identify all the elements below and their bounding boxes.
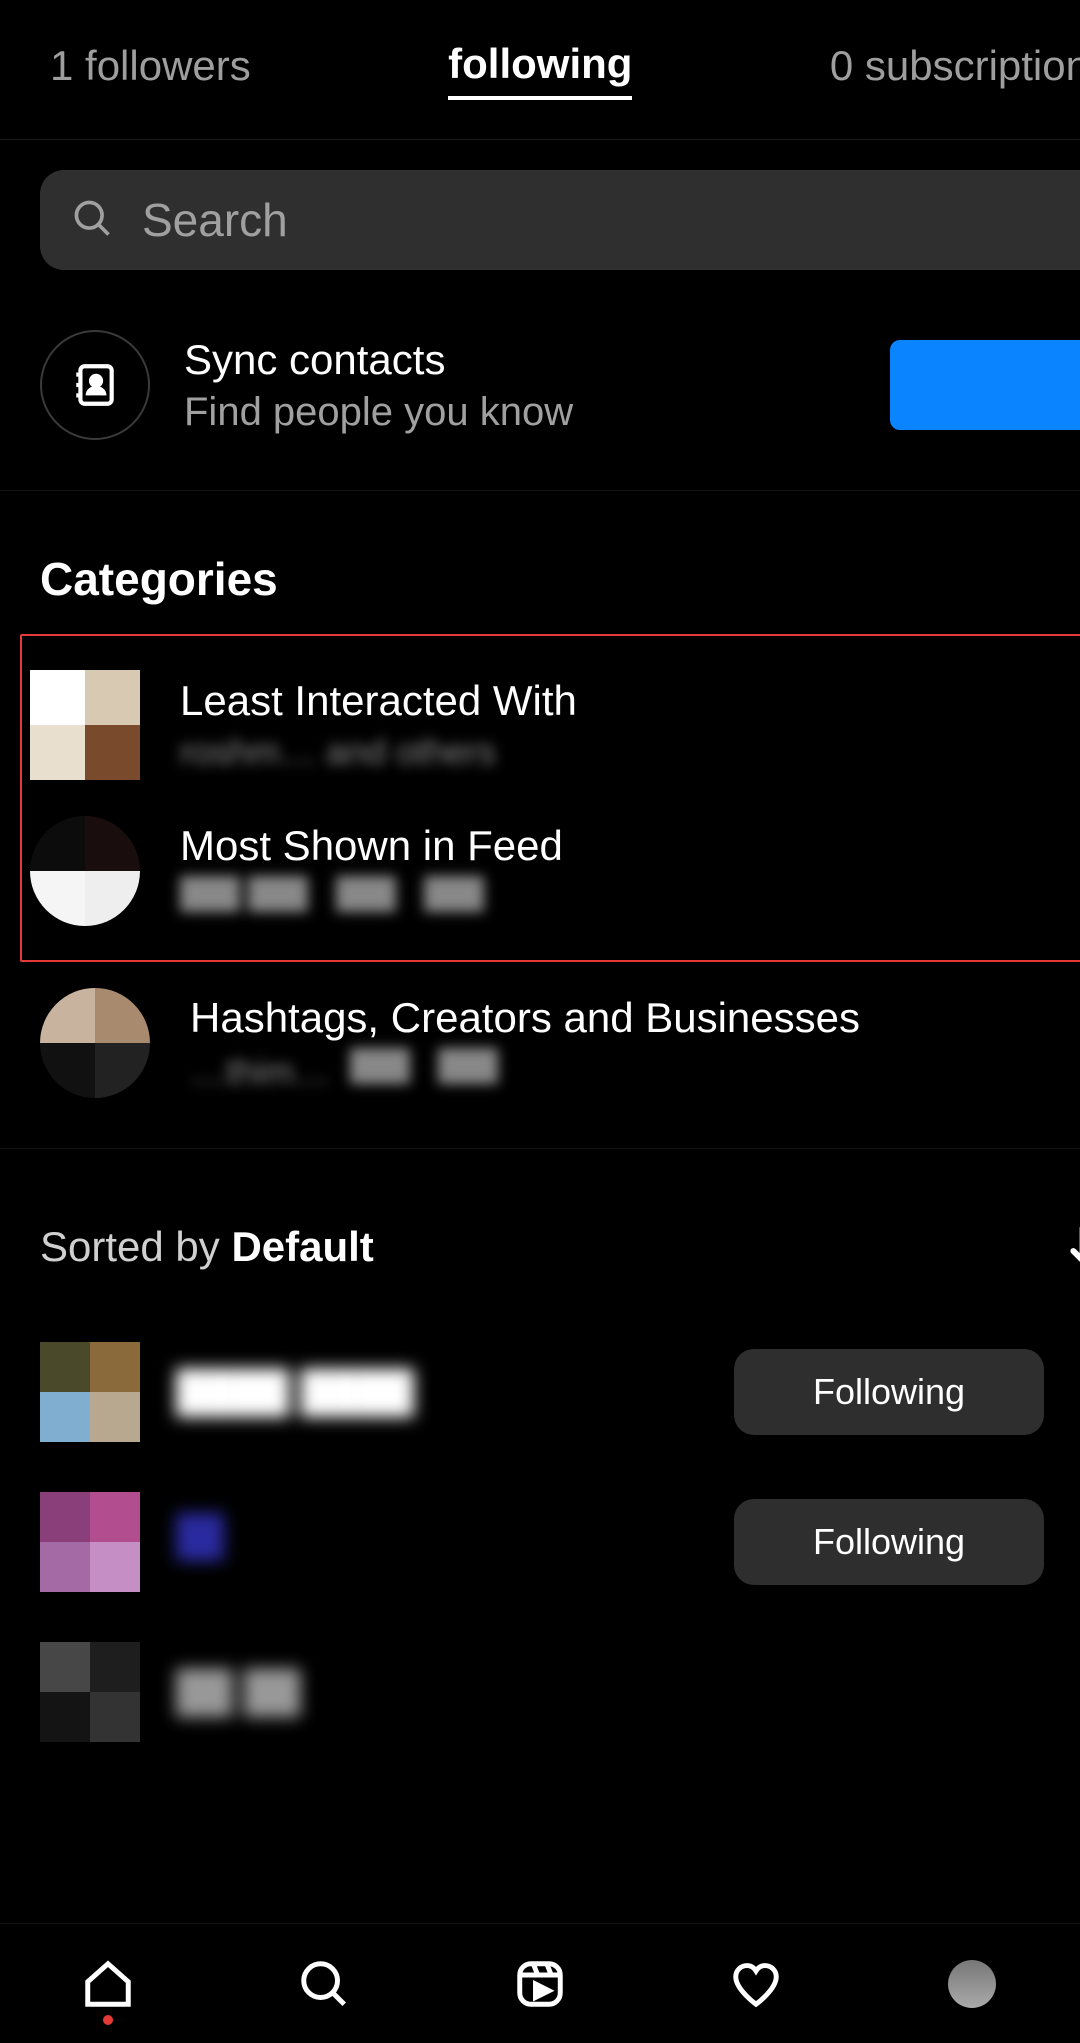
avatar bbox=[30, 670, 140, 780]
tab-followers[interactable]: 1 followers bbox=[50, 42, 251, 98]
heart-icon[interactable] bbox=[726, 1954, 786, 2014]
username: ██ ██ bbox=[176, 1670, 1080, 1715]
home-icon[interactable] bbox=[78, 1954, 138, 2014]
search-icon bbox=[70, 196, 114, 245]
highlighted-categories-box: Least Interacted With roshm… and others … bbox=[20, 634, 1080, 962]
divider bbox=[0, 490, 1080, 498]
bottom-nav bbox=[0, 1923, 1080, 2043]
sync-subtitle: Find people you know bbox=[184, 390, 890, 435]
notification-dot bbox=[103, 2015, 113, 2025]
categories-heading: Categories bbox=[40, 552, 1080, 606]
list-item[interactable]: Following bbox=[40, 1467, 1080, 1617]
following-list: ████ ████ Following Following ██ ██ bbox=[40, 1317, 1080, 1767]
list-item[interactable]: ██ ██ bbox=[40, 1617, 1080, 1767]
avatar bbox=[30, 816, 140, 926]
reels-icon[interactable] bbox=[510, 1954, 570, 2014]
tab-subscriptions[interactable]: 0 subscriptions bbox=[830, 42, 1080, 98]
sorted-row[interactable]: Sorted by Default bbox=[40, 1216, 1080, 1277]
tab-followers-count: 1 bbox=[50, 42, 73, 89]
tab-following[interactable]: following bbox=[448, 40, 632, 100]
username bbox=[176, 1513, 734, 1571]
search-row bbox=[40, 170, 1080, 270]
sorted-label: Sorted by Default bbox=[40, 1223, 374, 1271]
avatar bbox=[40, 1342, 140, 1442]
sync-contacts-button[interactable] bbox=[890, 340, 1080, 430]
search-container[interactable] bbox=[40, 170, 1080, 270]
more-icon[interactable] bbox=[1060, 1520, 1080, 1564]
sync-title: Sync contacts bbox=[184, 336, 890, 384]
category-subtitle: roshm… and others bbox=[180, 731, 577, 773]
sync-text: Sync contacts Find people you know bbox=[184, 336, 890, 435]
avatar bbox=[40, 988, 150, 1098]
avatar bbox=[40, 1492, 140, 1592]
sync-contacts-row[interactable]: Sync contacts Find people you know bbox=[40, 330, 1080, 440]
category-subtitle bbox=[180, 876, 563, 921]
more-icon[interactable] bbox=[1060, 1370, 1080, 1414]
category-subtitle: …thim… bbox=[190, 1048, 860, 1093]
tabs-bar: 1 followers following 0 subscriptions bbox=[0, 0, 1080, 140]
search-nav-icon[interactable] bbox=[294, 1954, 354, 2014]
search-input[interactable] bbox=[142, 193, 1080, 247]
divider bbox=[0, 1148, 1080, 1156]
contacts-icon bbox=[40, 330, 150, 440]
category-most-shown[interactable]: Most Shown in Feed bbox=[30, 796, 1080, 946]
category-hashtags-creators[interactable]: Hashtags, Creators and Businesses …thim… bbox=[40, 968, 1080, 1118]
following-button[interactable]: Following bbox=[734, 1499, 1044, 1585]
category-label: Hashtags, Creators and Businesses bbox=[190, 994, 860, 1042]
following-button[interactable]: Following bbox=[734, 1349, 1044, 1435]
username: ████ ████ bbox=[176, 1370, 734, 1415]
category-label: Least Interacted With bbox=[180, 677, 577, 725]
list-item[interactable]: ████ ████ Following bbox=[40, 1317, 1080, 1467]
avatar bbox=[40, 1642, 140, 1742]
sort-icon[interactable] bbox=[1064, 1216, 1080, 1277]
tab-followers-label: followers bbox=[85, 42, 251, 89]
profile-icon[interactable] bbox=[942, 1954, 1002, 2014]
category-label: Most Shown in Feed bbox=[180, 822, 563, 870]
category-least-interacted[interactable]: Least Interacted With roshm… and others bbox=[30, 650, 1080, 800]
